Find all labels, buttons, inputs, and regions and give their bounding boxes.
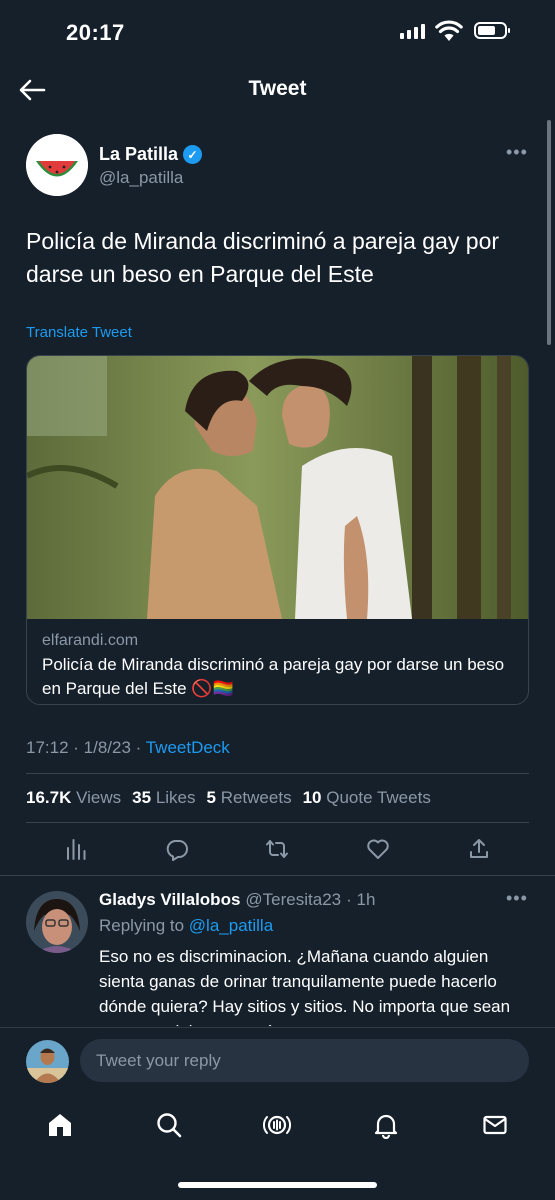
- my-avatar[interactable]: [26, 1040, 69, 1083]
- likes-label: Likes: [155, 788, 196, 807]
- tweet-actions: [26, 832, 529, 866]
- reply-input[interactable]: [80, 1039, 529, 1082]
- likes-count: 35: [132, 788, 152, 807]
- more-icon[interactable]: •••: [506, 142, 528, 163]
- tweet-source[interactable]: TweetDeck: [146, 738, 230, 757]
- quotes-label: Quote Tweets: [326, 788, 431, 807]
- card-domain: elfarandi.com: [42, 632, 139, 649]
- search-icon[interactable]: [155, 1111, 183, 1139]
- reply-author-handle[interactable]: @Teresita23: [245, 890, 341, 910]
- notifications-icon[interactable]: [372, 1111, 400, 1139]
- retweet-icon[interactable]: [265, 837, 289, 861]
- likes-stat[interactable]: 35 Likes: [132, 788, 195, 808]
- reply-time: · 1h: [346, 890, 376, 909]
- reply-icon[interactable]: [165, 837, 189, 861]
- link-card[interactable]: elfarandi.com Policía de Miranda discrim…: [26, 355, 529, 705]
- tweet-stats: 16.7K Views 35 Likes 5 Retweets 10 Quote…: [26, 788, 431, 808]
- status-time: 20:17: [66, 20, 125, 45]
- home-indicator: [178, 1182, 377, 1188]
- cellular-signal-icon: [400, 24, 425, 39]
- card-title: Policía de Miranda discriminó a pareja g…: [42, 655, 505, 698]
- scrollbar[interactable]: [547, 120, 551, 345]
- author-name-row[interactable]: La Patilla ✓: [99, 144, 203, 165]
- home-icon[interactable]: [46, 1111, 74, 1139]
- replying-label: Replying to: [99, 916, 185, 935]
- battery-icon: [474, 22, 510, 39]
- reply-text: Eso no es discriminacion. ¿Mañana cuando…: [99, 947, 511, 1026]
- messages-icon[interactable]: [481, 1111, 509, 1139]
- reply-author-name[interactable]: Gladys Villalobos: [99, 890, 240, 910]
- verified-icon: ✓: [183, 145, 203, 164]
- tweet-text: Policía de Miranda discriminó a pareja g…: [26, 228, 500, 287]
- views-icon[interactable]: [64, 837, 88, 861]
- retweets-stat[interactable]: 5 Retweets: [207, 788, 292, 808]
- share-icon[interactable]: [467, 837, 491, 861]
- translate-tweet-link[interactable]: Translate Tweet: [26, 324, 132, 341]
- tweet-timestamp: 17:12 · 1/8/23 ·: [26, 738, 146, 757]
- reply-more-icon[interactable]: •••: [506, 888, 528, 909]
- views-count: 16.7K: [26, 788, 72, 807]
- reply-avatar[interactable]: [26, 891, 88, 953]
- views-label: Views: [76, 788, 122, 807]
- like-icon[interactable]: [366, 837, 390, 861]
- divider: [0, 875, 555, 876]
- divider: [26, 773, 529, 774]
- quotes-count: 10: [302, 788, 322, 807]
- tweet-timestamp-row: 17:12 · 1/8/23 · TweetDeck: [26, 738, 230, 758]
- author-name[interactable]: La Patilla: [99, 144, 178, 165]
- replying-to: Replying to @la_patilla: [99, 916, 273, 936]
- retweets-label: Retweets: [220, 788, 292, 807]
- page-title: Tweet: [248, 77, 307, 100]
- quote-tweets-stat[interactable]: 10 Quote Tweets: [303, 788, 431, 808]
- reply-header: Gladys Villalobos @Teresita23 · 1h: [99, 890, 375, 910]
- author-avatar[interactable]: [26, 134, 88, 196]
- wifi-icon: [435, 20, 463, 41]
- my-avatar-image: [26, 1040, 69, 1083]
- watermelon-logo-icon: [26, 134, 88, 196]
- views-stat[interactable]: 16.7K Views: [26, 788, 121, 808]
- retweets-count: 5: [206, 788, 216, 807]
- reply-avatar-image: [26, 891, 88, 953]
- bottom-tab-bar: [0, 1103, 555, 1147]
- divider: [26, 822, 529, 823]
- spaces-icon[interactable]: [263, 1111, 292, 1139]
- replying-handle[interactable]: @la_patilla: [189, 916, 273, 935]
- divider: [0, 1027, 555, 1028]
- card-image: [27, 356, 528, 619]
- author-handle[interactable]: @la_patilla: [99, 168, 183, 188]
